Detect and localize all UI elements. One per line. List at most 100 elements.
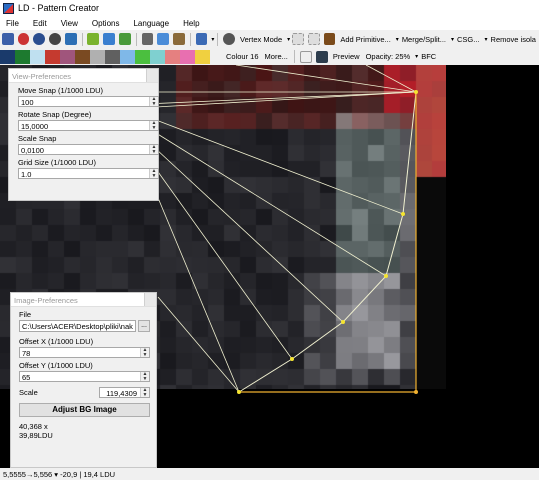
vertex-point[interactable] xyxy=(290,357,294,361)
camera-icon[interactable] xyxy=(49,33,61,45)
colour-swatch[interactable] xyxy=(135,49,150,64)
fan-line xyxy=(155,119,404,215)
menu-view[interactable]: View xyxy=(61,19,78,28)
scale-icon[interactable] xyxy=(118,33,131,45)
shield-icon[interactable] xyxy=(17,33,30,45)
move-snap-input[interactable]: 100 ▲ ▼ xyxy=(18,96,159,107)
cube-icon[interactable] xyxy=(64,33,77,45)
pen-icon[interactable] xyxy=(299,50,312,63)
fan-line xyxy=(155,192,240,393)
spinner-icon[interactable]: ▲ ▼ xyxy=(140,348,149,357)
spinner-icon[interactable]: ▲ ▼ xyxy=(149,145,158,154)
vertex-point[interactable] xyxy=(414,390,418,394)
colour-swatch[interactable] xyxy=(90,49,105,64)
primitive-icon[interactable] xyxy=(323,33,336,45)
sphere-icon[interactable] xyxy=(33,33,46,45)
status-bar: 5,5555→5,556 ▾ -20,9 | 19,4 LDU xyxy=(0,468,539,480)
chevron-down-icon[interactable]: ▾ xyxy=(485,36,488,43)
colour-swatch[interactable] xyxy=(150,49,165,64)
more-colours-button[interactable]: More... xyxy=(265,52,288,61)
curve-outline xyxy=(238,91,417,393)
colour-swatch[interactable] xyxy=(105,49,120,64)
grid-size-label: Grid Size (1/1000 LDU) xyxy=(18,158,96,167)
paste-icon[interactable] xyxy=(172,33,185,45)
bfc-button[interactable]: BFC xyxy=(421,52,436,61)
panel-title: Image-Preferences xyxy=(11,293,156,307)
offset-y-label: Offset Y (1/1000 LDU) xyxy=(19,361,93,370)
fan-line xyxy=(155,132,387,277)
merge-split-button[interactable]: Merge/Split... xyxy=(402,35,446,44)
opacity-dropdown[interactable]: Opacity: 25% xyxy=(366,52,411,61)
offset-x-input[interactable]: 78 ▲ ▼ xyxy=(19,347,150,358)
colour-swatch[interactable] xyxy=(0,49,15,64)
file-path-input[interactable]: C:\Users\ACER\Desktop\pliki\nak xyxy=(19,320,136,332)
colour-swatch[interactable] xyxy=(75,49,90,64)
vertex-point[interactable] xyxy=(401,212,405,216)
mirror-icon[interactable] xyxy=(195,33,208,45)
chevron-down-icon[interactable]: ▾ xyxy=(396,36,399,43)
window-title: LD - Pattern Creator xyxy=(18,3,100,13)
chevron-down-icon[interactable]: ▾ xyxy=(211,36,214,43)
rotate-icon[interactable] xyxy=(103,33,115,45)
vertex-icon xyxy=(223,33,236,45)
vertex-point[interactable] xyxy=(237,390,241,394)
chevron-down-icon[interactable]: ▾ xyxy=(287,36,290,43)
preview-label[interactable]: Preview xyxy=(333,52,360,61)
separator xyxy=(217,32,219,46)
adjust-bg-image-button[interactable]: Adjust BG Image xyxy=(19,403,150,417)
vertex-point[interactable] xyxy=(384,274,388,278)
cut-icon[interactable] xyxy=(141,33,154,45)
colour-swatch[interactable] xyxy=(165,49,180,64)
browse-button[interactable]: ... xyxy=(138,320,150,332)
menu-edit[interactable]: Edit xyxy=(33,19,47,28)
move-snap-label: Move Snap (1/1000 LDU) xyxy=(18,86,104,95)
menu-file[interactable]: File xyxy=(6,19,19,28)
menu-help[interactable]: Help xyxy=(183,19,199,28)
view-preferences-panel: View-Preferences Move Snap (1/1000 LDU) … xyxy=(8,68,159,201)
colour-swatch[interactable] xyxy=(45,49,60,64)
chevron-down-icon[interactable]: ▾ xyxy=(451,36,454,43)
spinner-icon[interactable]: ▲ ▼ xyxy=(149,121,158,130)
panel-title: View-Preferences xyxy=(9,69,158,83)
menu-options[interactable]: Options xyxy=(92,19,120,28)
select-icon[interactable] xyxy=(292,33,304,45)
colour-swatch[interactable] xyxy=(60,49,75,64)
pin-icon[interactable] xyxy=(146,69,158,82)
3d-viewport[interactable]: View-Preferences Move Snap (1/1000 LDU) … xyxy=(0,65,539,468)
pin-icon[interactable] xyxy=(144,293,156,306)
offset-y-input[interactable]: 65 ▲ ▼ xyxy=(19,371,150,382)
vertex-mode-dropdown[interactable]: Vertex Mode xyxy=(240,35,282,44)
csg-button[interactable]: CSG... xyxy=(457,35,480,44)
colour-swatch[interactable] xyxy=(15,49,30,64)
scale-snap-input[interactable]: 0,0100 ▲ ▼ xyxy=(18,144,159,155)
add-primitive-button[interactable]: Add Primitive... xyxy=(340,35,390,44)
scale-input[interactable]: 119,4309 ▲ ▼ xyxy=(99,387,150,398)
spinner-icon[interactable]: ▲ ▼ xyxy=(140,372,149,381)
spinner-icon[interactable]: ▲ ▼ xyxy=(140,388,149,397)
spinner-icon[interactable]: ▲ ▼ xyxy=(149,169,158,178)
separator xyxy=(81,32,83,46)
colour-swatch[interactable] xyxy=(195,49,210,64)
grid-size-input[interactable]: 1.0 ▲ ▼ xyxy=(18,168,159,179)
fan-line xyxy=(157,296,240,393)
colour-swatch[interactable] xyxy=(180,49,195,64)
spinner-icon[interactable]: ▲ ▼ xyxy=(149,97,158,106)
vertex-point[interactable] xyxy=(341,320,345,324)
select-add-icon[interactable] xyxy=(307,33,320,45)
chevron-down-icon[interactable]: ▾ xyxy=(415,53,418,60)
colour-swatch[interactable] xyxy=(30,49,45,64)
file-label: File xyxy=(19,310,32,319)
colour-toolbar: Colour 16 More... Preview Opacity: 25% ▾… xyxy=(0,48,539,65)
fan-line xyxy=(235,65,417,93)
move-icon[interactable] xyxy=(87,33,100,45)
menu-language[interactable]: Language xyxy=(133,19,169,28)
vertex-point[interactable] xyxy=(414,90,418,94)
fan-line xyxy=(155,148,344,323)
copy-icon[interactable] xyxy=(157,33,169,45)
menu-bar: File Edit View Options Language Help xyxy=(0,16,539,30)
preview-icon[interactable] xyxy=(315,50,328,63)
colour-swatch[interactable] xyxy=(120,49,135,64)
rotate-snap-input[interactable]: 15,0000 ▲ ▼ xyxy=(18,120,159,131)
remove-isolated-button[interactable]: Remove isola xyxy=(491,35,536,44)
save-icon[interactable] xyxy=(2,33,14,45)
